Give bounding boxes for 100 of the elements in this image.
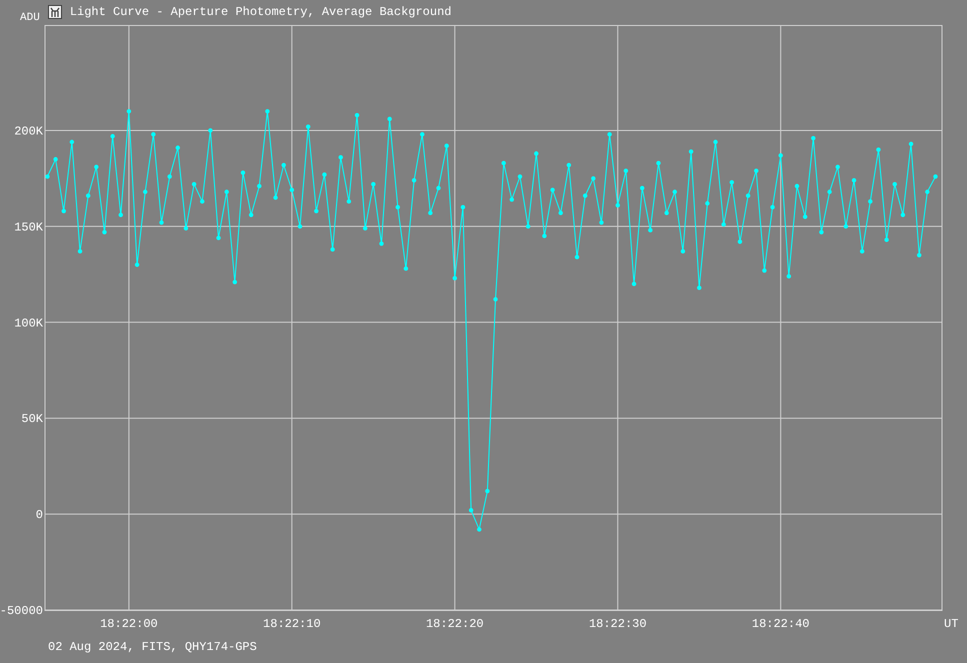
data-point (159, 220, 164, 225)
data-point (354, 112, 360, 118)
data-point (134, 262, 140, 267)
app-icon (48, 5, 62, 19)
data-point (860, 249, 864, 254)
data-point (819, 230, 824, 234)
data-point (917, 252, 922, 258)
data-point (298, 224, 302, 229)
data-point (452, 276, 457, 280)
data-point (510, 197, 514, 202)
data-point (248, 212, 254, 218)
data-point (371, 182, 376, 186)
data-point (346, 199, 352, 204)
data-point (265, 109, 270, 114)
data-point (322, 172, 327, 177)
axis-label: ADU (20, 12, 40, 24)
data-point (420, 132, 424, 137)
data-point (428, 210, 433, 216)
data-point (933, 174, 938, 179)
data-point (468, 508, 474, 512)
y-tick-label: 200K (14, 124, 43, 138)
data-point (501, 160, 506, 166)
data-point (648, 228, 653, 232)
data-point (86, 194, 90, 198)
data-point (200, 199, 204, 204)
x-tick-label: 18:22:40 (752, 617, 810, 631)
data-point (362, 226, 368, 230)
y-tick-label: 100K (14, 316, 43, 330)
data-point (591, 176, 596, 181)
data-point (730, 180, 734, 184)
data-point (688, 149, 694, 154)
data-point (460, 205, 466, 210)
data-point (664, 210, 669, 216)
x-tick-label: 18:22:00 (100, 617, 158, 631)
data-point (126, 109, 132, 114)
data-point (396, 205, 400, 210)
data-point (640, 186, 644, 190)
data-point (412, 178, 416, 183)
data-point (802, 214, 808, 219)
data-point (493, 297, 498, 302)
data-point (94, 164, 99, 170)
data-point (176, 146, 180, 150)
data-point (518, 174, 522, 179)
data-point (558, 210, 563, 216)
data-point (240, 170, 246, 175)
data-point (224, 190, 229, 194)
data-point (232, 280, 238, 284)
data-point (811, 136, 816, 140)
data-point (216, 236, 221, 240)
data-point (273, 195, 278, 200)
data-point (70, 140, 74, 144)
data-point (721, 222, 726, 227)
data-point (868, 199, 872, 204)
data-point (257, 184, 262, 188)
data-point (282, 162, 286, 168)
data-point (754, 168, 758, 173)
data-point (599, 220, 604, 225)
data-point (526, 224, 530, 229)
data-point (338, 155, 343, 160)
x-tick-label: 18:22:20 (426, 617, 484, 631)
x-tick-label: 18:22:10 (263, 617, 321, 631)
data-point (306, 124, 310, 129)
data-point (53, 157, 58, 162)
data-point (713, 140, 718, 144)
data-point (444, 144, 449, 148)
data-point (45, 174, 50, 179)
data-point (314, 208, 318, 214)
data-point (884, 238, 889, 242)
data-point (672, 190, 677, 194)
data-point (582, 194, 588, 198)
data-point (616, 203, 620, 208)
window-title: Light Curve - Aperture Photometry, Average Background (70, 5, 452, 19)
data-point (656, 160, 661, 166)
data-point (705, 201, 710, 206)
data-point (876, 147, 881, 152)
data-point (746, 194, 750, 198)
data-point (770, 205, 775, 210)
data-point (192, 182, 196, 186)
data-point (632, 282, 636, 286)
data-point (534, 151, 538, 156)
y-tick-label: -50000 (0, 604, 43, 618)
data-point (697, 286, 702, 290)
data-point (786, 274, 792, 278)
data-point (151, 132, 156, 137)
data-point (607, 132, 612, 137)
y-tick-label: 0 (36, 508, 43, 522)
data-point (908, 142, 914, 146)
data-point (143, 190, 148, 194)
data-point (379, 241, 384, 246)
data-point (118, 212, 123, 218)
data-point (778, 153, 783, 158)
data-point (680, 249, 686, 254)
data-point (404, 266, 408, 271)
x-tick-label: 18:22:30 (588, 617, 647, 631)
data-point (167, 174, 172, 179)
data-point (794, 184, 800, 188)
data-point (738, 240, 742, 244)
data-point (387, 116, 392, 122)
data-point (102, 230, 107, 234)
data-point (290, 188, 294, 192)
